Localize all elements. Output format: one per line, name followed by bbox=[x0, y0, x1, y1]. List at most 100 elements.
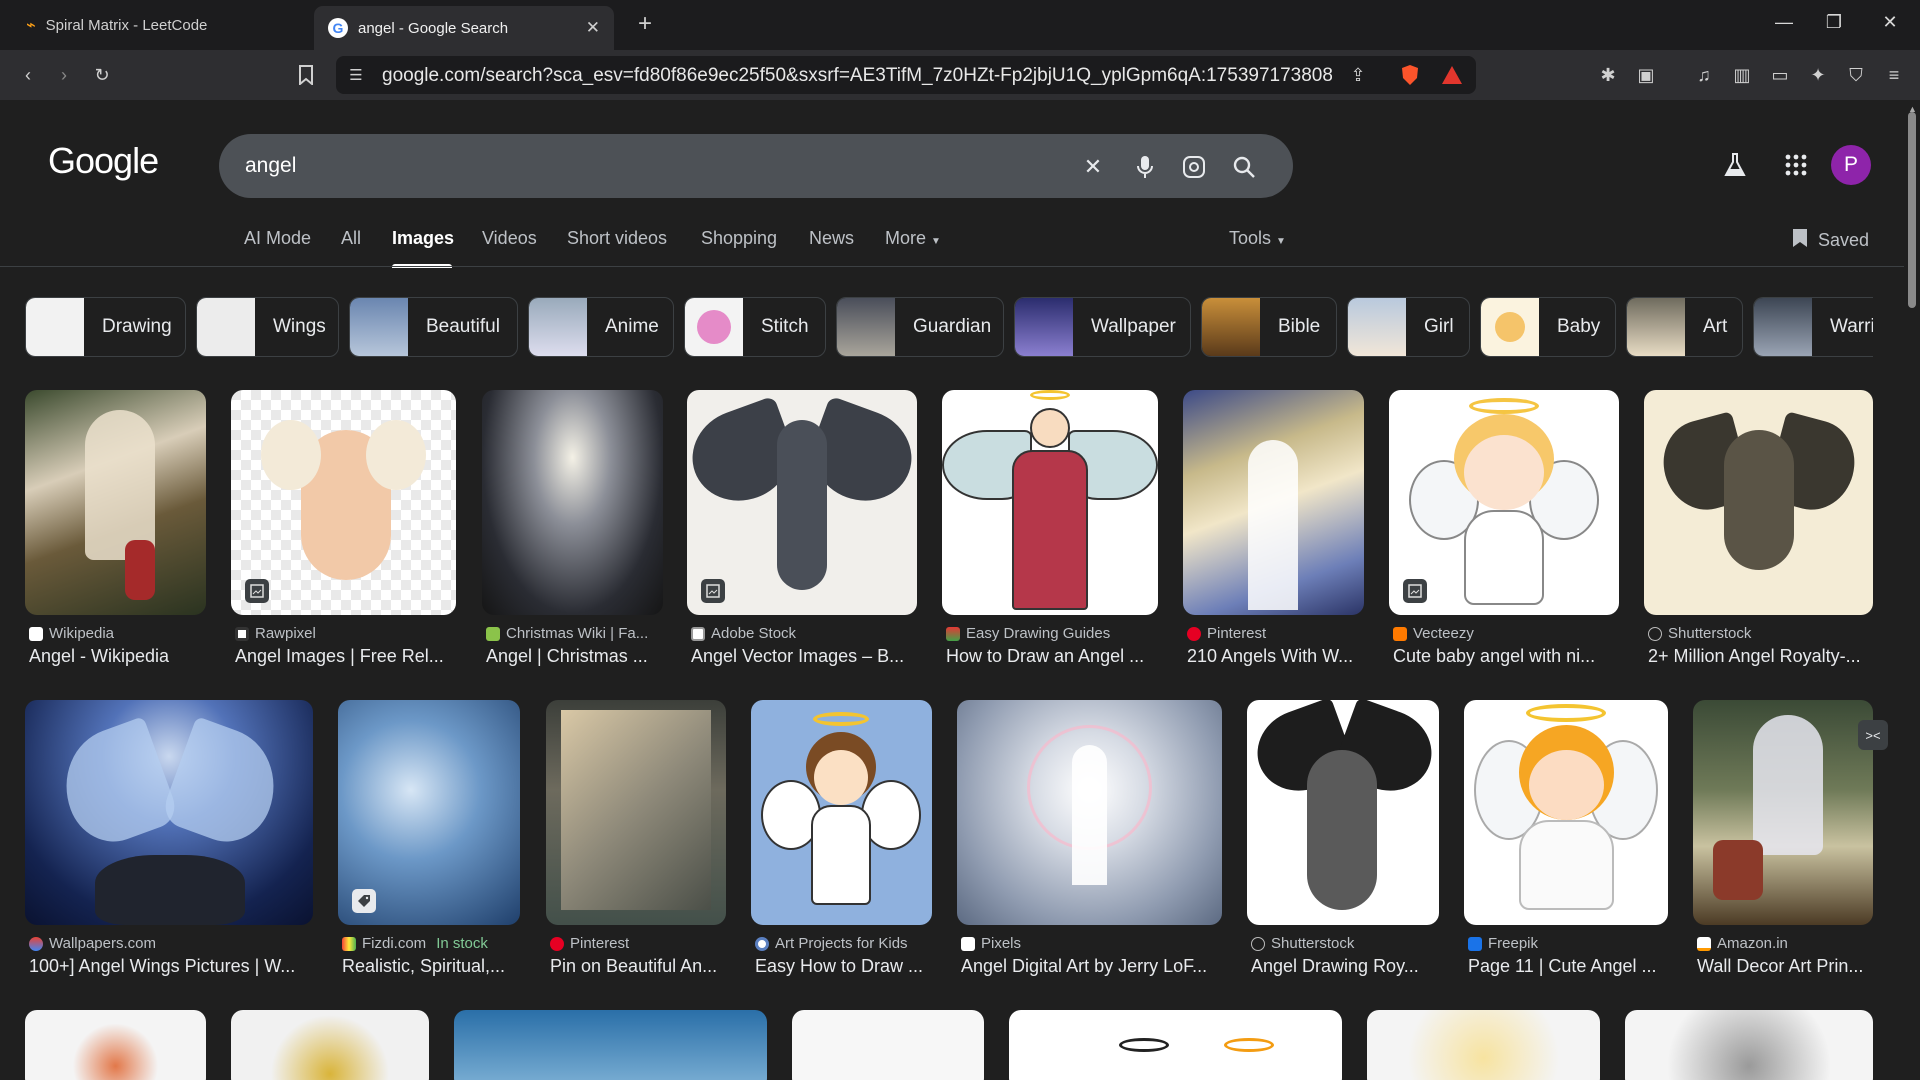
result-source[interactable]: Rawpixel bbox=[235, 625, 460, 642]
result-source[interactable]: Freepik bbox=[1468, 935, 1672, 952]
chip-warrior[interactable]: Warri bbox=[1753, 297, 1873, 357]
minimize-icon[interactable]: — bbox=[1772, 12, 1796, 33]
tab-all[interactable]: All bbox=[341, 228, 361, 249]
forward-icon[interactable]: › bbox=[52, 63, 76, 87]
avatar[interactable]: P bbox=[1831, 145, 1871, 185]
vpn-icon[interactable]: ⛉ bbox=[1844, 63, 1868, 87]
chip-drawing[interactable]: Drawing bbox=[25, 297, 186, 357]
maximize-icon[interactable]: ❐ bbox=[1822, 12, 1846, 33]
chip-stitch[interactable]: Stitch bbox=[684, 297, 826, 357]
chip-wings[interactable]: Wings bbox=[196, 297, 339, 357]
chip-wallpaper[interactable]: Wallpaper bbox=[1014, 297, 1191, 357]
new-tab-button[interactable]: + bbox=[630, 10, 660, 40]
search-box[interactable]: ✕ bbox=[219, 134, 1293, 198]
search-input[interactable] bbox=[245, 148, 1045, 184]
scrollbar-thumb[interactable] bbox=[1908, 112, 1916, 308]
chip-baby[interactable]: Baby bbox=[1480, 297, 1616, 357]
result-source[interactable]: Shutterstock bbox=[1251, 935, 1443, 952]
result-title[interactable]: Realistic, Spiritual,... bbox=[342, 956, 524, 977]
chip-beautiful[interactable]: Beautiful bbox=[349, 297, 518, 357]
result-image[interactable] bbox=[1625, 1010, 1873, 1080]
result-title[interactable]: Angel Digital Art by Jerry LoF... bbox=[961, 956, 1226, 977]
google-logo[interactable]: Google bbox=[48, 140, 159, 182]
chip-art[interactable]: Art bbox=[1626, 297, 1743, 357]
result-title[interactable]: Easy How to Draw ... bbox=[755, 956, 936, 977]
search-icon[interactable] bbox=[1231, 154, 1257, 180]
result-image[interactable] bbox=[1464, 700, 1668, 925]
extensions-icon[interactable]: ✱ bbox=[1596, 63, 1620, 87]
result-source[interactable]: Shutterstock bbox=[1648, 625, 1877, 642]
result-image[interactable] bbox=[25, 1010, 206, 1080]
labs-flask-icon[interactable] bbox=[1722, 152, 1748, 178]
tab-shopping[interactable]: Shopping bbox=[701, 228, 777, 249]
result-title[interactable]: 2+ Million Angel Royalty-... bbox=[1648, 646, 1877, 667]
result-image[interactable] bbox=[1247, 700, 1439, 925]
apps-grid-icon[interactable] bbox=[1783, 152, 1809, 178]
site-settings-icon[interactable]: ☰ bbox=[344, 63, 368, 87]
chip-bible[interactable]: Bible bbox=[1201, 297, 1337, 357]
tab-more[interactable]: More ▼ bbox=[885, 228, 941, 249]
brave-rewards-icon[interactable] bbox=[1440, 63, 1464, 87]
result-title[interactable]: Angel Images | Free Rel... bbox=[235, 646, 460, 667]
result-source[interactable]: Pinterest bbox=[1187, 625, 1368, 642]
chip-anime[interactable]: Anime bbox=[528, 297, 674, 357]
result-image[interactable] bbox=[1183, 390, 1364, 615]
result-title[interactable]: 100+] Angel Wings Pictures | W... bbox=[29, 956, 317, 977]
result-source[interactable]: Art Projects for Kids bbox=[755, 935, 936, 952]
tab-short-videos[interactable]: Short videos bbox=[567, 228, 667, 249]
result-image[interactable] bbox=[1389, 390, 1619, 615]
result-image[interactable] bbox=[25, 390, 206, 615]
reload-icon[interactable]: ↻ bbox=[90, 63, 114, 87]
leo-ai-icon[interactable]: ✦ bbox=[1806, 63, 1830, 87]
tab-leetcode[interactable]: ⌁ Spiral Matrix - LeetCode bbox=[14, 6, 314, 44]
result-source[interactable]: Adobe Stock bbox=[691, 625, 921, 642]
sidebar-icon[interactable]: ▥ bbox=[1730, 63, 1754, 87]
result-image[interactable] bbox=[338, 700, 520, 925]
result-source[interactable]: Christmas Wiki | Fa... bbox=[486, 625, 667, 642]
result-title[interactable]: Angel Drawing Roy... bbox=[1251, 956, 1443, 977]
result-source[interactable]: Vecteezy bbox=[1393, 625, 1623, 642]
back-icon[interactable]: ‹ bbox=[16, 63, 40, 87]
result-image[interactable] bbox=[25, 700, 313, 925]
result-image[interactable] bbox=[1644, 390, 1873, 615]
address-bar[interactable]: ☰ google.com/search?sca_esv=fd80f86e9ec2… bbox=[336, 56, 1476, 94]
result-title[interactable]: Wall Decor Art Prin... bbox=[1697, 956, 1877, 977]
result-image[interactable] bbox=[231, 1010, 429, 1080]
result-image[interactable] bbox=[1693, 700, 1873, 925]
result-source[interactable]: Amazon.in bbox=[1697, 935, 1877, 952]
result-image[interactable] bbox=[454, 1010, 767, 1080]
result-title[interactable]: Pin on Beautiful An... bbox=[550, 956, 730, 977]
result-title[interactable]: Cute baby angel with ni... bbox=[1393, 646, 1623, 667]
wallet-icon[interactable]: ▭ bbox=[1768, 63, 1792, 87]
result-image[interactable] bbox=[751, 700, 932, 925]
result-title[interactable]: Angel - Wikipedia bbox=[29, 646, 210, 667]
chip-girl[interactable]: Girl bbox=[1347, 297, 1470, 357]
result-image[interactable] bbox=[942, 390, 1158, 615]
expand-overlay-icon[interactable]: >< bbox=[1858, 720, 1888, 750]
tab-ai-mode[interactable]: AI Mode bbox=[244, 228, 311, 249]
brave-shields-icon[interactable] bbox=[1398, 63, 1422, 87]
result-image[interactable] bbox=[231, 390, 456, 615]
result-image[interactable] bbox=[1367, 1010, 1600, 1080]
url-text[interactable]: google.com/search?sca_esv=fd80f86e9ec25f… bbox=[382, 65, 1332, 87]
result-title[interactable]: 210 Angels With W... bbox=[1187, 646, 1368, 667]
tab-videos[interactable]: Videos bbox=[482, 228, 537, 249]
close-window-icon[interactable]: ✕ bbox=[1878, 12, 1902, 33]
bookmark-icon[interactable] bbox=[294, 63, 318, 87]
microphone-icon[interactable] bbox=[1132, 154, 1158, 180]
share-icon[interactable]: ⇪ bbox=[1346, 63, 1370, 87]
media-icon[interactable]: ♫ bbox=[1692, 63, 1716, 87]
chip-guardian[interactable]: Guardian bbox=[836, 297, 1004, 357]
tab-news[interactable]: News bbox=[809, 228, 854, 249]
result-source[interactable]: Pixels bbox=[961, 935, 1226, 952]
result-title[interactable]: Page 11 | Cute Angel ... bbox=[1468, 956, 1672, 977]
result-source[interactable]: Fizdi.com In stock bbox=[342, 935, 524, 952]
result-source[interactable]: Wallpapers.com bbox=[29, 935, 317, 952]
result-image[interactable] bbox=[957, 700, 1222, 925]
result-source[interactable]: Easy Drawing Guides bbox=[946, 625, 1162, 642]
tab-images[interactable]: Images bbox=[392, 228, 454, 249]
result-image[interactable] bbox=[546, 700, 726, 925]
clear-icon[interactable]: ✕ bbox=[1080, 154, 1106, 180]
result-image[interactable] bbox=[792, 1010, 984, 1080]
reader-mode-icon[interactable]: ▣ bbox=[1634, 63, 1658, 87]
